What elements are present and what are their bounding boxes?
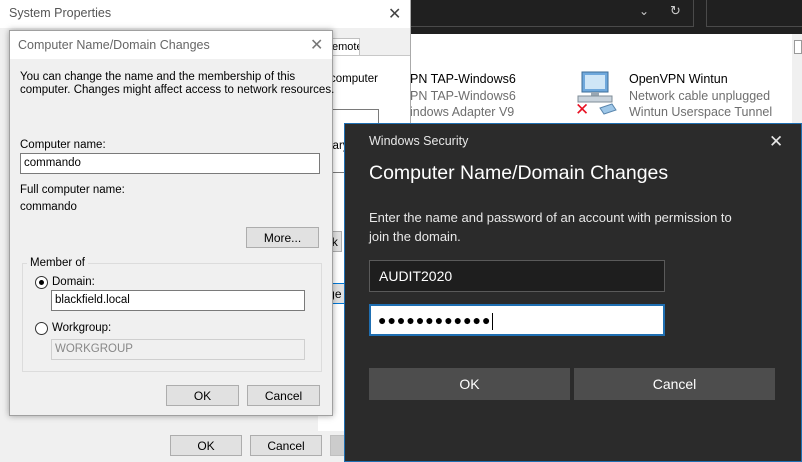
- full-name-value: commando: [20, 201, 77, 213]
- description-line: You can change the name and the membersh…: [20, 71, 296, 83]
- adapter-name: OpenVPN Wintun: [629, 72, 728, 86]
- description-line: computer. Changes might affect access to…: [20, 84, 335, 96]
- explorer-toolbar: ⌄ ↻: [410, 0, 802, 34]
- ok-button[interactable]: OK: [369, 368, 570, 400]
- computer-name-label: Computer name:: [20, 139, 106, 151]
- adapter-status: Network cable unplugged: [629, 89, 771, 103]
- adapter-status: PN TAP-Windows6: [410, 89, 516, 103]
- workgroup-label: Workgroup:: [52, 322, 112, 334]
- title-bar[interactable]: Computer Name/Domain Changes ✕: [10, 31, 332, 59]
- close-icon[interactable]: ✕: [388, 4, 401, 24]
- domain-radio[interactable]: [35, 276, 48, 289]
- window-title: System Properties: [9, 6, 112, 20]
- disconnected-x-icon: ✕: [575, 100, 590, 119]
- dialog-title: Computer Name/Domain Changes: [18, 38, 210, 52]
- close-icon[interactable]: ✕: [769, 132, 783, 152]
- description-line: Enter the name and password of an accoun…: [369, 210, 732, 225]
- domain-input[interactable]: blackfield.local: [51, 290, 305, 311]
- dialog-description: Enter the name and password of an accoun…: [369, 208, 769, 246]
- explorer-address-bar[interactable]: ⌄ ↻: [410, 0, 694, 27]
- more-button[interactable]: More...: [246, 227, 319, 248]
- window-title: Windows Security: [369, 134, 469, 148]
- workgroup-input[interactable]: WORKGROUP: [51, 339, 305, 360]
- ok-button[interactable]: OK: [166, 385, 239, 406]
- computer-name-input[interactable]: commando: [20, 153, 320, 174]
- adapter-name: PN TAP-Windows6: [410, 72, 516, 86]
- password-input[interactable]: ●●●●●●●●●●●●: [369, 304, 665, 336]
- domain-changes-dialog: Computer Name/Domain Changes ✕ You can c…: [9, 30, 335, 416]
- adapter-device: indows Adapter V9: [410, 105, 515, 119]
- adapter-device: Wintun Userspace Tunnel: [629, 105, 773, 119]
- password-mask: ●●●●●●●●●●●●: [378, 312, 492, 328]
- close-icon[interactable]: ✕: [310, 35, 323, 55]
- member-of-label: Member of: [27, 257, 88, 269]
- cancel-button[interactable]: Cancel: [250, 435, 322, 456]
- cancel-button[interactable]: Cancel: [574, 368, 775, 400]
- explorer-search-box[interactable]: [706, 0, 802, 27]
- chevron-down-icon[interactable]: ⌄: [639, 4, 649, 18]
- refresh-icon[interactable]: ↻: [670, 3, 681, 19]
- ok-button[interactable]: OK: [170, 435, 242, 456]
- username-input[interactable]: AUDIT2020: [369, 260, 665, 292]
- domain-label: Domain:: [52, 276, 95, 288]
- peek-text: computer: [330, 73, 378, 85]
- workgroup-radio[interactable]: [35, 322, 48, 335]
- dialog-heading: Computer Name/Domain Changes: [369, 162, 669, 184]
- cancel-button[interactable]: Cancel: [247, 385, 320, 406]
- description-line: join the domain.: [369, 229, 461, 244]
- text-caret: [492, 312, 494, 330]
- title-bar[interactable]: System Properties ✕: [0, 0, 410, 28]
- full-name-label: Full computer name:: [20, 184, 125, 196]
- windows-security-dialog: Windows Security ✕ Computer Name/Domain …: [344, 123, 802, 462]
